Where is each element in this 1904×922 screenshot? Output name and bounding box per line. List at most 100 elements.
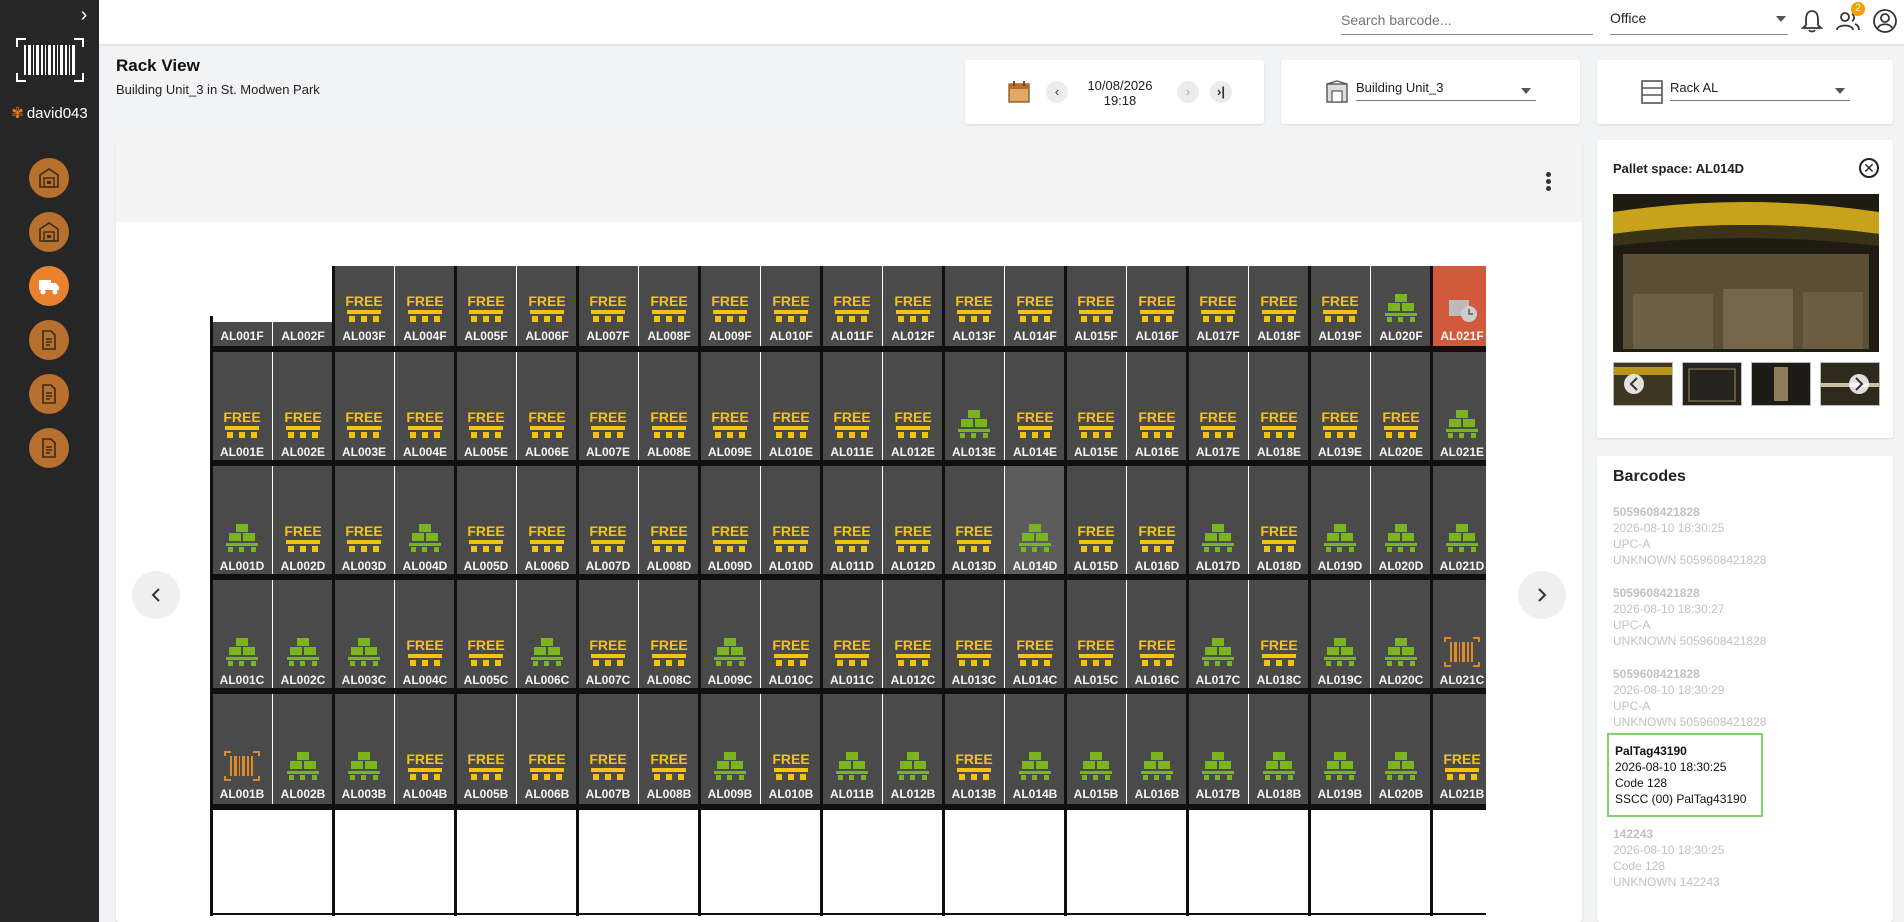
rack-cell[interactable]: FREE AL014F — [1005, 266, 1065, 346]
rack-cell[interactable]: FREE AL005F — [456, 266, 516, 346]
rack-cell[interactable]: FREE AL018D — [1249, 466, 1309, 576]
rack-cell[interactable]: AL015B — [1066, 694, 1126, 804]
photo-thumbnail[interactable] — [1751, 362, 1811, 406]
rack-cell[interactable]: AL020D — [1371, 466, 1431, 576]
rack-cell[interactable]: FREE AL017E — [1188, 352, 1248, 462]
rack-cell[interactable]: FREE AL020E — [1371, 352, 1431, 462]
expand-sidebar-chevron-icon[interactable]: › — [74, 4, 94, 26]
photo-thumbnail[interactable] — [1613, 362, 1673, 406]
rack-cell[interactable]: AL018B — [1249, 694, 1309, 804]
rack-cell[interactable]: AL021D — [1432, 466, 1486, 576]
rack-cell[interactable]: FREE AL015D — [1066, 466, 1126, 576]
bell-icon[interactable] — [1799, 8, 1825, 34]
close-icon[interactable]: ✕ — [1859, 158, 1879, 178]
rack-cell[interactable]: FREE AL002D — [273, 466, 333, 576]
rack-cell[interactable]: FREE AL005B — [456, 694, 516, 804]
rack-cell[interactable]: FREE AL010F — [761, 266, 821, 346]
rack-cell[interactable]: AL014B — [1005, 694, 1065, 804]
user-name[interactable]: ✾ david043 — [0, 104, 99, 122]
rack-cell[interactable]: FREE AL010D — [761, 466, 821, 576]
nav-warehouse-button[interactable] — [29, 158, 69, 198]
rack-cell[interactable]: AL020B — [1371, 694, 1431, 804]
rack-cell[interactable]: FREE AL015C — [1066, 580, 1126, 690]
rack-cell[interactable]: FREE AL006E — [517, 352, 577, 462]
rack-cell[interactable]: FREE AL013B — [944, 694, 1004, 804]
rack-cell[interactable]: FREE AL005D — [456, 466, 516, 576]
rack-cell[interactable]: AL004D — [395, 466, 455, 576]
building-select[interactable]: Building Unit_3 — [1356, 80, 1536, 101]
rack-cell[interactable]: FREE AL003D — [334, 466, 394, 576]
rack-cell[interactable]: FREE AL004F — [395, 266, 455, 346]
rack-cell[interactable]: AL013E — [944, 352, 1004, 462]
rack-cell[interactable]: FREE AL007B — [578, 694, 638, 804]
rack-cell[interactable]: FREE AL012E — [883, 352, 943, 462]
rack-cell[interactable]: AL020F — [1371, 266, 1431, 346]
rack-cell[interactable]: FREE AL011D — [822, 466, 882, 576]
rack-cell[interactable]: AL021C — [1432, 580, 1486, 690]
rack-cell[interactable]: FREE AL008C — [639, 580, 699, 690]
rack-cell[interactable]: FREE AL001E — [212, 352, 272, 462]
rack-cell[interactable]: AL021F — [1432, 266, 1486, 346]
rack-cell[interactable]: FREE AL003E — [334, 352, 394, 462]
rack-cell[interactable]: FREE AL007D — [578, 466, 638, 576]
barcode-item[interactable]: 5059608421828 2026-08-10 18:30:25 UPC-A … — [1613, 504, 1863, 568]
photo-thumbnail[interactable] — [1820, 362, 1880, 406]
nav-documents-2-button[interactable] — [29, 374, 69, 414]
rack-cell[interactable]: AL016B — [1127, 694, 1187, 804]
rack-cell[interactable]: FREE AL018C — [1249, 580, 1309, 690]
rack-cell[interactable]: FREE AL007E — [578, 352, 638, 462]
rack-cell[interactable]: FREE AL018F — [1249, 266, 1309, 346]
rack-cell[interactable]: FREE AL012F — [883, 266, 943, 346]
rack-cell[interactable]: FREE AL005C — [456, 580, 516, 690]
rack-cell[interactable]: FREE AL007F — [578, 266, 638, 346]
barcode-item[interactable]: 5059608421828 2026-08-10 18:30:29 UPC-A … — [1613, 666, 1863, 730]
rack-cell[interactable]: FREE AL014C — [1005, 580, 1065, 690]
rack-cell[interactable]: AL006C — [517, 580, 577, 690]
rack-cell[interactable]: AL021E — [1432, 352, 1486, 462]
rack-cell[interactable]: FREE AL016D — [1127, 466, 1187, 576]
scroll-right-button[interactable] — [1518, 571, 1566, 619]
rack-cell[interactable]: FREE AL016E — [1127, 352, 1187, 462]
rack-cell[interactable]: FREE AL011C — [822, 580, 882, 690]
rack-cell[interactable]: AL003B — [334, 694, 394, 804]
barcode-item-selected[interactable]: PalTag43190 2026-08-10 18:30:25 Code 128… — [1607, 733, 1763, 817]
rack-cell[interactable]: AL002B — [273, 694, 333, 804]
nav-warehouse-2-button[interactable] — [29, 212, 69, 252]
rack-cell[interactable]: FREE AL006B — [517, 694, 577, 804]
rack-cell[interactable]: FREE AL004C — [395, 580, 455, 690]
account-icon[interactable] — [1872, 8, 1898, 34]
rack-cell[interactable]: FREE AL009D — [700, 466, 760, 576]
rack-cell[interactable]: AL003C — [334, 580, 394, 690]
photo-thumbnail[interactable] — [1682, 362, 1742, 406]
search-barcode-input[interactable] — [1341, 6, 1593, 35]
rack-cell[interactable]: AL002F — [273, 322, 333, 346]
people-button[interactable]: 2 — [1835, 2, 1865, 34]
rack-cell[interactable]: FREE AL004E — [395, 352, 455, 462]
rack-cell[interactable]: FREE AL016F — [1127, 266, 1187, 346]
rack-cell[interactable]: FREE AL010C — [761, 580, 821, 690]
rack-cell[interactable]: AL001F — [212, 322, 272, 346]
rack-cell[interactable]: AL001C — [212, 580, 272, 690]
rack-cell[interactable]: FREE AL011F — [822, 266, 882, 346]
rack-cell[interactable]: AL019C — [1310, 580, 1370, 690]
next-date-button[interactable]: › — [1177, 81, 1199, 103]
rack-cell[interactable]: AL017C — [1188, 580, 1248, 690]
rack-cell[interactable]: FREE AL002E — [273, 352, 333, 462]
rack-cell[interactable]: FREE AL013D — [944, 466, 1004, 576]
nav-documents-button[interactable] — [29, 320, 69, 360]
previous-date-button[interactable]: ‹ — [1046, 81, 1068, 103]
rack-cell[interactable]: AL012B — [883, 694, 943, 804]
rack-cell[interactable]: AL014D — [1005, 466, 1065, 576]
rack-cell[interactable]: AL009C — [700, 580, 760, 690]
rack-cell[interactable]: AL017B — [1188, 694, 1248, 804]
rack-cell[interactable]: AL017D — [1188, 466, 1248, 576]
rack-cell[interactable]: FREE AL010E — [761, 352, 821, 462]
rack-cell[interactable]: FREE AL012C — [883, 580, 943, 690]
rack-cell[interactable]: FREE AL015E — [1066, 352, 1126, 462]
rack-cell[interactable]: FREE AL009E — [700, 352, 760, 462]
rack-cell[interactable]: FREE AL013F — [944, 266, 1004, 346]
rack-cell[interactable]: FREE AL012D — [883, 466, 943, 576]
rack-cell[interactable]: FREE AL004B — [395, 694, 455, 804]
rack-cell[interactable]: AL001B — [212, 694, 272, 804]
rack-cell[interactable]: FREE AL006F — [517, 266, 577, 346]
